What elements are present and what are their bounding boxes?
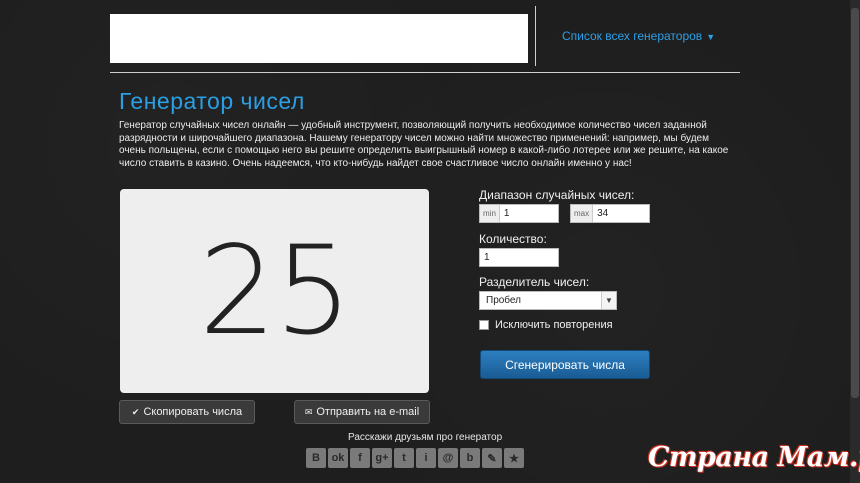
send-email-label: Отправить на e-mail: [316, 406, 420, 418]
send-email-button[interactable]: ✉ Отправить на e-mail: [294, 400, 430, 424]
copy-numbers-label: Скопировать числа: [143, 406, 243, 418]
scrollbar-thumb[interactable]: [851, 8, 859, 398]
max-prefix: max: [571, 205, 594, 222]
copy-numbers-button[interactable]: ✔ Скопировать числа: [119, 400, 255, 424]
header-divider: [535, 6, 536, 66]
header-bottom-divider: [110, 72, 740, 73]
checkmark-icon: ✔: [131, 406, 140, 417]
livejournal-icon[interactable]: ✎: [482, 448, 502, 468]
generators-list-link[interactable]: Список всех генераторов ▼: [562, 29, 715, 43]
generate-button[interactable]: Сгенерировать числа: [480, 350, 650, 379]
blogger-icon[interactable]: b: [460, 448, 480, 468]
generators-list-label: Список всех генераторов: [562, 29, 703, 43]
google-plus-icon[interactable]: g+: [372, 448, 392, 468]
exclude-repeats-option[interactable]: Исключить повторения: [479, 319, 613, 331]
odnoklassniki-icon[interactable]: ok: [328, 448, 348, 468]
vk-icon[interactable]: B: [306, 448, 326, 468]
facebook-icon[interactable]: f: [350, 448, 370, 468]
bookmark-star-icon[interactable]: ★: [504, 448, 524, 468]
separator-select[interactable]: Пробел ▼: [479, 291, 617, 310]
moimir-icon[interactable]: i: [416, 448, 436, 468]
site-logo-banner: [110, 14, 528, 63]
chevron-down-icon: ▼: [601, 292, 616, 309]
page-title: Генератор чисел: [119, 88, 305, 114]
scrollbar[interactable]: [850, 0, 860, 483]
generate-button-label: Сгенерировать числа: [505, 357, 625, 372]
mailru-icon[interactable]: @: [438, 448, 458, 468]
max-input[interactable]: [593, 205, 649, 222]
share-label: Расскажи друзьям про генератор: [348, 432, 503, 443]
watermark-logo: Страна Мам.ру: [648, 442, 860, 473]
range-label: Диапазон случайных чисел:: [479, 188, 635, 202]
count-input[interactable]: [480, 249, 558, 266]
share-icons: Bok f g+ t i @ b ✎ ★: [306, 448, 524, 468]
max-field[interactable]: max: [570, 204, 650, 223]
separator-label: Разделитель чисел:: [479, 275, 590, 289]
chevron-down-icon: ▼: [706, 32, 716, 42]
min-input[interactable]: [499, 205, 558, 222]
count-label: Количество:: [479, 232, 547, 246]
page-description: Генератор случайных чисел онлайн — удобн…: [119, 120, 729, 169]
twitter-icon[interactable]: t: [394, 448, 414, 468]
min-prefix: min: [480, 205, 500, 222]
result-display: 25: [120, 189, 429, 393]
envelope-icon: ✉: [304, 406, 313, 417]
count-field[interactable]: [479, 248, 559, 267]
exclude-repeats-checkbox[interactable]: [479, 320, 489, 330]
separator-selected-value: Пробел: [486, 295, 521, 306]
exclude-repeats-label: Исключить повторения: [495, 319, 613, 331]
result-number: 25: [198, 220, 352, 362]
min-field[interactable]: min: [479, 204, 559, 223]
